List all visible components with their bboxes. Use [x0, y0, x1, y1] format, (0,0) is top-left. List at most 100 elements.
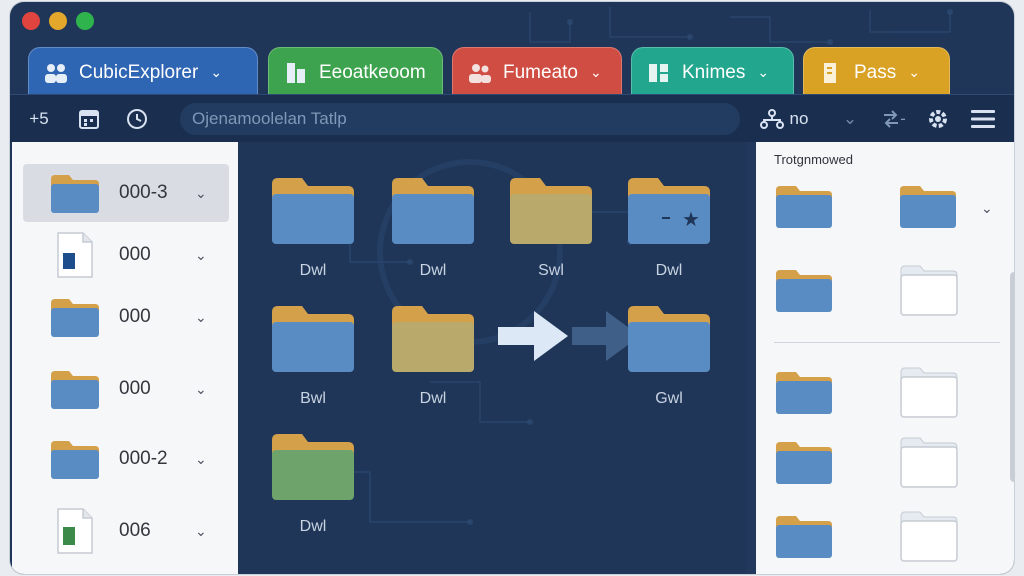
grid-item-label: Dwl [655, 262, 683, 279]
maximize-window-button[interactable] [76, 12, 94, 30]
file-green-icon [57, 508, 93, 554]
chevron-down-icon: ⌄ [842, 109, 858, 128]
close-window-button[interactable] [22, 12, 40, 30]
sidebar: 000-3 ⌄ 000 ⌄ 000 ⌄ 000 ⌄ 000-2 ⌄ 006 ⌄ [12, 142, 238, 574]
sidebar-item-label: 006 [119, 520, 151, 541]
folder-icon [51, 371, 99, 409]
document-icon [824, 62, 836, 83]
calendar-icon [79, 110, 99, 129]
grid-item[interactable]: ★ Dwl [624, 172, 714, 282]
folder-icon [272, 178, 354, 244]
sidebar-item-label: 000 [119, 378, 151, 399]
tab-label: CubicExplorer [79, 61, 199, 83]
minimize-window-button[interactable] [49, 12, 67, 30]
grid-item-label: Swl [538, 262, 564, 279]
empty-folder-icon[interactable] [898, 364, 960, 420]
chevron-down-icon: ⌄ [908, 64, 920, 80]
network-label: no [789, 109, 809, 128]
hamburger-menu-icon [971, 110, 995, 128]
folder-icon [51, 175, 99, 213]
grid-item[interactable]: Bwl [268, 300, 358, 410]
transfer-label: - [900, 109, 906, 128]
folder-icon [628, 306, 710, 372]
sidebar-item-label: 000-2 [119, 448, 168, 469]
dropdown-button[interactable]: ⌄ [840, 105, 860, 133]
network-button[interactable]: no [754, 105, 814, 133]
grid-item[interactable]: Swl [506, 172, 596, 282]
gear-icon [929, 110, 947, 128]
tab-label: Fumeato [503, 61, 578, 83]
users-icon [469, 63, 491, 83]
grid-item[interactable]: Dwl [268, 172, 358, 282]
history-button[interactable] [122, 105, 152, 133]
grid-item-label: Dwl [419, 262, 447, 279]
search-input[interactable]: Ojenamoolelan Tatlp [180, 103, 740, 135]
app-window: CubicExplorer ⌄ Eeoatkeoom Fumeato ⌄ Kni… [10, 2, 1014, 574]
grid-item[interactable]: Dwl [268, 428, 358, 538]
grid-item-label: Bwl [300, 390, 326, 407]
tab-eeoatkeoom[interactable]: Eeoatkeoom [268, 47, 443, 97]
sidebar-item[interactable]: 006 ⌄ [23, 502, 229, 560]
sidebar-item[interactable]: 000 ⌄ [23, 360, 229, 418]
chevron-down-icon: ⌄ [195, 184, 207, 201]
clock-icon [127, 109, 147, 129]
grid-item[interactable]: Gwl [624, 300, 714, 410]
svg-text:★: ★ [682, 207, 700, 231]
chevron-down-icon: ⌄ [195, 450, 207, 467]
folder-icon [51, 441, 99, 479]
sidebar-item[interactable]: 000-3 ⌄ [23, 164, 229, 222]
empty-folder-icon[interactable] [898, 434, 960, 490]
scrollbar[interactable] [1010, 272, 1014, 482]
tab-knimes[interactable]: Knimes ⌄ [631, 47, 794, 97]
folder-icon: ★ [628, 178, 710, 244]
users-icon [45, 63, 67, 83]
folder-icon[interactable] [774, 438, 834, 486]
sidebar-item[interactable]: 000-2 ⌄ [23, 430, 229, 488]
folder-icon[interactable] [898, 182, 958, 230]
folder-icon[interactable] [774, 368, 834, 416]
tab-cubicexplorer[interactable]: CubicExplorer ⌄ [28, 47, 258, 97]
preview-panel: Trotgnmowed ⌄ [746, 142, 1014, 574]
chevron-down-icon: ⌄ [757, 64, 770, 80]
transfer-icon [884, 110, 899, 128]
chevron-down-icon: ⌄ [210, 64, 223, 80]
preview-panel-title: Trotgnmowed [774, 152, 853, 167]
sidebar-item-label: 000-3 [119, 182, 168, 203]
grid-item[interactable]: Dwl [388, 300, 478, 410]
window-controls [22, 12, 94, 30]
menu-button[interactable] [968, 105, 998, 133]
transfer-button[interactable]: - [876, 105, 912, 133]
calendar-button[interactable] [74, 105, 104, 133]
folder-icon[interactable] [774, 512, 834, 560]
sidebar-item-label: 000 [119, 306, 151, 327]
tab-fumeato[interactable]: Fumeato ⌄ [452, 47, 622, 97]
search-placeholder: Ojenamoolelan Tatlp [192, 109, 347, 128]
chevron-down-icon: ⌄ [195, 246, 207, 263]
sidebar-item[interactable]: 000 ⌄ [23, 226, 229, 284]
toolbar: +5 Ojenamoolelan Tatlp no ⌄ - [10, 94, 1014, 142]
folder-icon[interactable] [774, 182, 834, 230]
new-item-button[interactable]: +5 [24, 105, 54, 133]
file-blue-icon [57, 232, 93, 278]
tab-pass[interactable]: Pass ⌄ [803, 47, 950, 97]
grid-item[interactable]: Dwl [388, 172, 478, 282]
sidebar-item-label: 000 [119, 244, 151, 265]
folder-icon [51, 299, 99, 337]
settings-button[interactable] [924, 105, 952, 133]
folder-icon[interactable] [774, 266, 834, 314]
grid-item-label: Dwl [299, 262, 327, 279]
file-grid: Dwl Dwl Swl ★ Dwl Bwl Dwl Gwl Dwl [238, 142, 746, 574]
empty-folder-icon[interactable] [898, 508, 960, 564]
tab-label: Pass [854, 61, 897, 83]
grid-item-label: Gwl [655, 390, 683, 407]
sidebar-item[interactable]: 000 ⌄ [23, 288, 229, 346]
network-icon [759, 109, 784, 129]
folder-icon [392, 178, 474, 244]
chevron-down-icon: ⌄ [195, 380, 207, 397]
tab-label: Knimes [682, 61, 746, 83]
chevron-down-icon[interactable]: ⌄ [981, 200, 993, 217]
empty-folder-icon[interactable] [898, 262, 960, 318]
folder-icon [510, 178, 592, 244]
folder-icon [272, 434, 354, 500]
grid-item-label: Dwl [419, 390, 447, 407]
